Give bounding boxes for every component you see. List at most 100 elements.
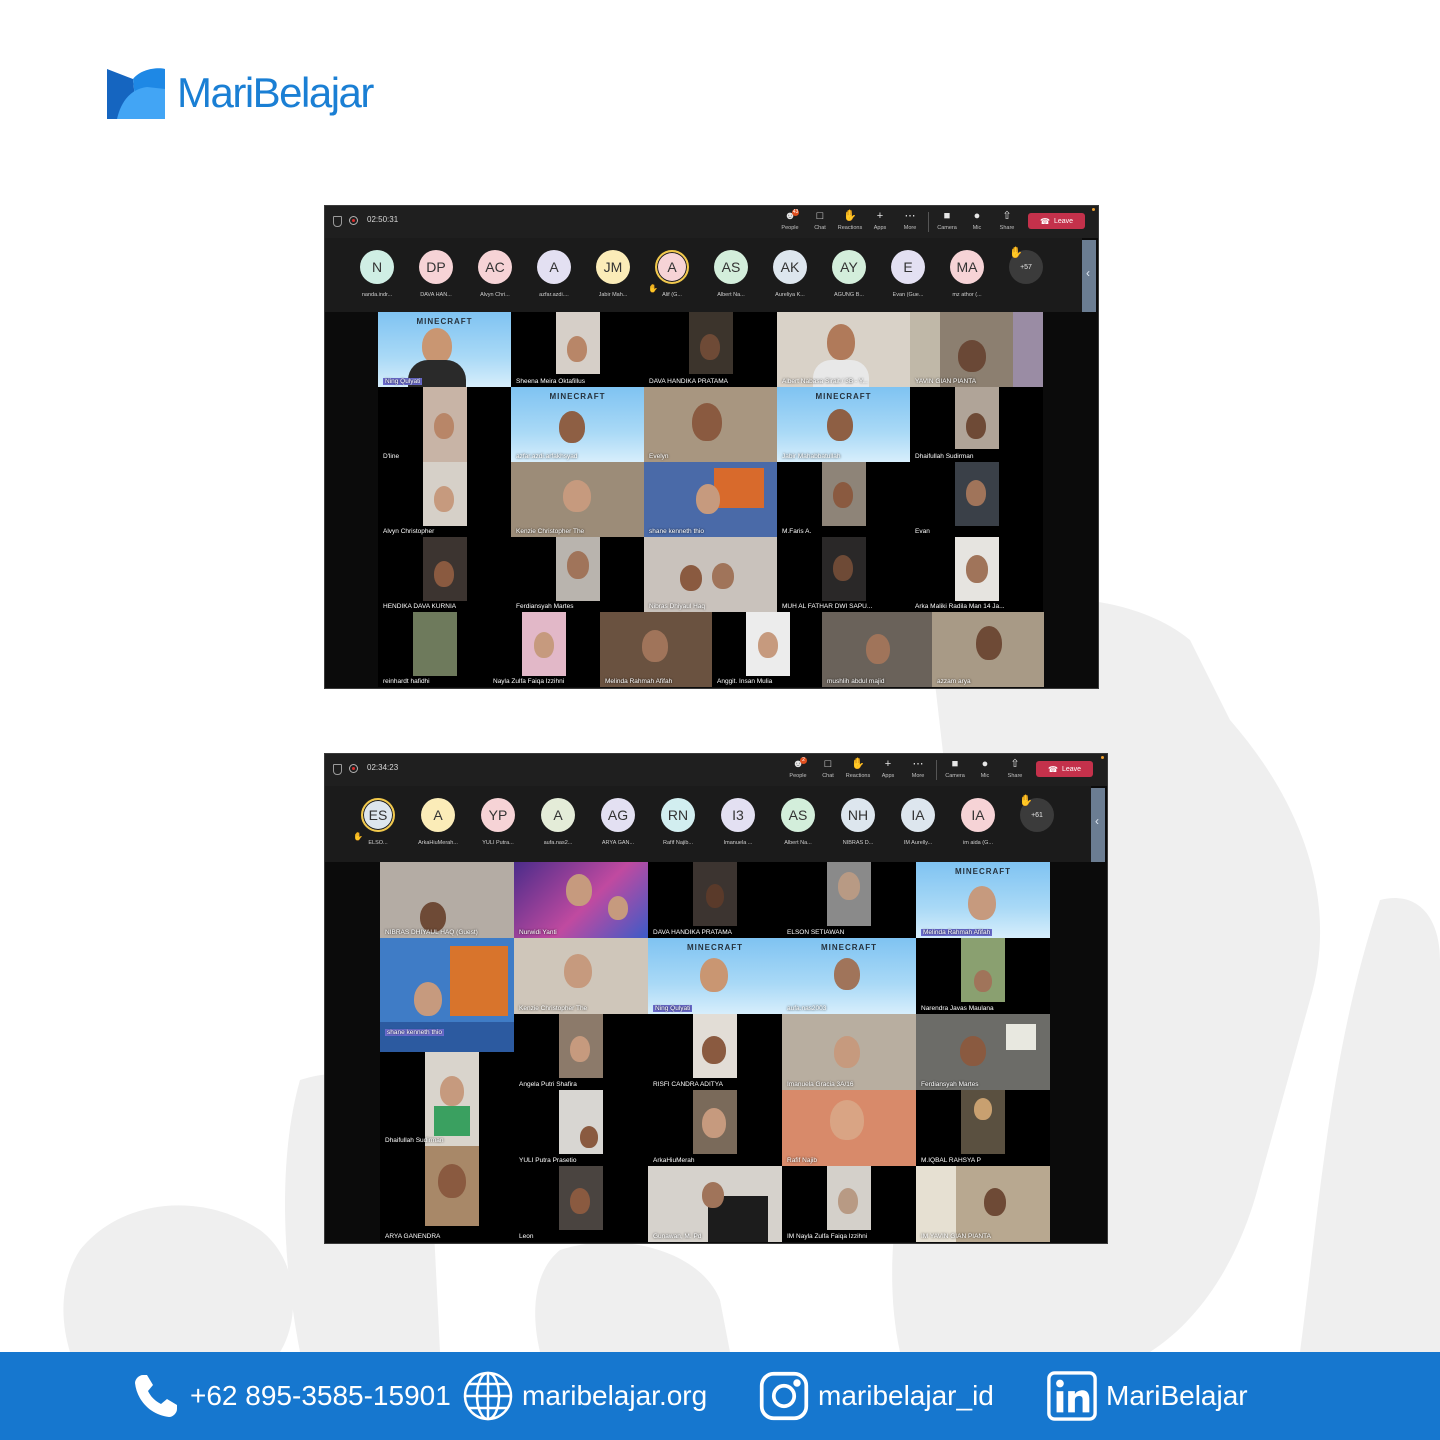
video-tile[interactable]: Ferdiansyah Martes xyxy=(511,537,644,612)
video-tile[interactable]: IM Nayla Zulfa Faiqa Izzihni xyxy=(782,1166,916,1242)
participant-avatar[interactable]: Aazfar.azdi.... xyxy=(524,250,584,298)
chat-button[interactable]: □ Chat xyxy=(805,209,835,231)
video-tile[interactable]: Ferdiansyah Martes xyxy=(916,1014,1050,1090)
leave-button[interactable]: ☎ Leave xyxy=(1036,761,1093,777)
video-tile[interactable]: Nurwidi Yanti xyxy=(514,862,648,938)
mic-button[interactable]: ● Mic xyxy=(962,209,992,231)
instagram-link[interactable]: maribelajar_id xyxy=(758,1368,994,1424)
video-tile[interactable]: shane kenneth thio xyxy=(380,938,514,1052)
people-button[interactable]: ☻ 43 People xyxy=(775,209,805,231)
apps-button[interactable]: + Apps xyxy=(865,209,895,231)
video-tile[interactable]: ArkaHiuMerah xyxy=(648,1090,782,1166)
video-tile[interactable]: ELSON SETIAWAN xyxy=(782,862,916,938)
participant-avatar[interactable]: AC Alvyn Chri... xyxy=(465,250,525,298)
video-tile[interactable]: MINECRAFT Ning Qulyati xyxy=(648,938,782,1014)
participant-avatar[interactable]: IA IM Aurelly... xyxy=(888,798,948,846)
apps-button[interactable]: + Apps xyxy=(873,757,903,779)
video-tile[interactable]: DAVA HANDIKA PRATAMA xyxy=(644,312,777,387)
video-tile[interactable]: Melinda Rahmah Afifah xyxy=(600,612,712,687)
video-tile[interactable]: D'line xyxy=(378,387,511,462)
participant-avatar[interactable]: A ArkaHiuMerah... xyxy=(408,798,468,846)
more-button[interactable]: ⋯ More xyxy=(903,757,933,779)
video-tile[interactable]: Gunawan, M. Pd xyxy=(648,1166,782,1242)
camera-button[interactable]: ■ Camera xyxy=(932,209,962,231)
video-tile[interactable]: Evan xyxy=(910,462,1043,537)
phone-number: +62 895-3585-15901 xyxy=(190,1380,451,1411)
video-tile[interactable]: Alvyn Christopher xyxy=(378,462,511,537)
video-tile[interactable]: Leon xyxy=(514,1166,648,1242)
video-tile[interactable]: Kenzie Christopher The xyxy=(511,462,644,537)
video-tile[interactable]: MINECRAFT Jabir Mahabbatullah xyxy=(777,387,910,462)
phone-contact[interactable]: +62 895-3585-15901 xyxy=(130,1368,451,1424)
video-tile[interactable]: IM YAVIN GIAN PIANTA xyxy=(916,1166,1050,1242)
video-tile[interactable]: Angela Putri Shafira xyxy=(514,1014,648,1090)
recording-icon xyxy=(349,216,358,225)
participant-avatar[interactable]: Nnanda.indr... xyxy=(347,250,407,298)
video-tile[interactable]: Arka Maliki Radila Man 14 Ja... xyxy=(910,537,1043,612)
website-link[interactable]: maribelajar.org xyxy=(462,1368,707,1424)
video-tile[interactable]: Sheena Meira Oktafillus xyxy=(511,312,644,387)
video-tile[interactable]: Nibras Dhiyaul Haq xyxy=(644,537,777,612)
collapse-panel-handle[interactable] xyxy=(1091,788,1105,862)
participant-avatar[interactable]: MA mz athor (... xyxy=(937,250,997,298)
participant-avatar[interactable]: NH NIBRAS D... xyxy=(828,798,888,846)
video-tile[interactable]: YULI Putra Prasetio xyxy=(514,1090,648,1166)
video-tile[interactable]: MINECRAFT azfar.azdi.arfakhsyad xyxy=(511,387,644,462)
share-button[interactable]: ⇧ Share xyxy=(992,209,1022,231)
video-tile[interactable]: DAVA HANDIKA PRATAMA xyxy=(648,862,782,938)
video-tile[interactable]: Narendra Javas Maulana xyxy=(916,938,1050,1014)
reactions-button[interactable]: ✋ Reactions xyxy=(835,209,865,231)
participant-avatar[interactable]: IA im aida (G... xyxy=(948,798,1008,846)
participant-avatar[interactable]: AG ARYA GAN... xyxy=(588,798,648,846)
video-tile[interactable]: azzam arya xyxy=(932,612,1044,687)
video-tile[interactable]: Evelyn xyxy=(644,387,777,462)
video-tile[interactable]: mushlih abdul majid xyxy=(822,612,934,687)
video-tile[interactable]: MUH AL FATHAR DWI SAPU... xyxy=(777,537,910,612)
chat-button[interactable]: □ Chat xyxy=(813,757,843,779)
more-participants-button[interactable]: +57 xyxy=(996,250,1056,284)
collapse-panel-handle[interactable] xyxy=(1082,240,1096,312)
participant-avatar[interactable]: RN Rafif Najib... xyxy=(648,798,708,846)
video-tile[interactable]: MINECRAFT Melinda Rahmah Afifah xyxy=(916,862,1050,938)
video-tile[interactable]: Dhaifullah Sudirman xyxy=(910,387,1043,462)
participant-avatar[interactable]: YP YULI Putra... xyxy=(468,798,528,846)
people-button[interactable]: ☻ 2 People xyxy=(783,757,813,779)
participant-avatar[interactable]: Aaufa.nas2... xyxy=(528,798,588,846)
shield-icon xyxy=(333,764,342,775)
camera-button[interactable]: ■ Camera xyxy=(940,757,970,779)
more-participants-button[interactable]: +61 xyxy=(1007,798,1067,832)
video-tile[interactable]: Kenzie Christopher The xyxy=(514,938,648,1014)
video-tile[interactable]: MINECRAFT Ning Qulyati xyxy=(378,312,511,387)
video-tile[interactable]: Anggit. Insan Mulia xyxy=(712,612,824,687)
video-tile[interactable]: MINECRAFT aufa.nas2003 xyxy=(782,938,916,1014)
more-button[interactable]: ⋯ More xyxy=(895,209,925,231)
video-tile[interactable]: Rafif Najib xyxy=(782,1090,916,1166)
video-tile[interactable]: NIBRAS DHIYAUL HAQ (Guest) xyxy=(380,862,514,938)
video-tile[interactable]: Nayla Zulfa Faiqa Izzihni xyxy=(488,612,600,687)
recording-icon xyxy=(349,764,358,773)
share-button[interactable]: ⇧ Share xyxy=(1000,757,1030,779)
participant-avatar[interactable]: AS Albert Na... xyxy=(768,798,828,846)
participant-avatar[interactable]: AK Aureliya K... xyxy=(760,250,820,298)
video-tile[interactable]: M.IQBAL RAHSYA P xyxy=(916,1090,1050,1166)
participant-avatar[interactable]: E Evan (Gue... xyxy=(878,250,938,298)
leave-button[interactable]: ☎ Leave xyxy=(1028,213,1085,229)
video-tile[interactable]: Albert Nabasa Sirait / 3B - Y... xyxy=(777,312,910,387)
participant-avatar[interactable]: DP DAVA HAN... xyxy=(406,250,466,298)
video-tile[interactable]: shane kenneth thio xyxy=(644,462,777,537)
linkedin-link[interactable]: MariBelajar xyxy=(1046,1368,1248,1424)
participant-avatar[interactable]: I3 Imanuela ... xyxy=(708,798,768,846)
video-tile[interactable]: M.Faris A. xyxy=(777,462,910,537)
video-tile[interactable]: Imanuela Gracia 3A/16 xyxy=(782,1014,916,1090)
reactions-button[interactable]: ✋ Reactions xyxy=(843,757,873,779)
participant-avatar[interactable]: JM Jabir Mah... xyxy=(583,250,643,298)
linkedin-icon xyxy=(1046,1370,1098,1422)
video-tile[interactable]: Dhaifullah Sudirman xyxy=(380,1052,514,1146)
mic-button[interactable]: ● Mic xyxy=(970,757,1000,779)
participant-avatar[interactable]: AS Albert Na... xyxy=(701,250,761,298)
video-tile[interactable]: YAVIN GIAN PIANTA xyxy=(910,312,1043,387)
video-tile[interactable]: HENDIKA DAVA KURNIA xyxy=(378,537,511,612)
video-tile[interactable]: ARYA GANENDRA xyxy=(380,1146,514,1242)
participant-avatar[interactable]: AY AGUNG B... xyxy=(819,250,879,298)
video-tile[interactable]: RISFI CANDRA ADITYA xyxy=(648,1014,782,1090)
